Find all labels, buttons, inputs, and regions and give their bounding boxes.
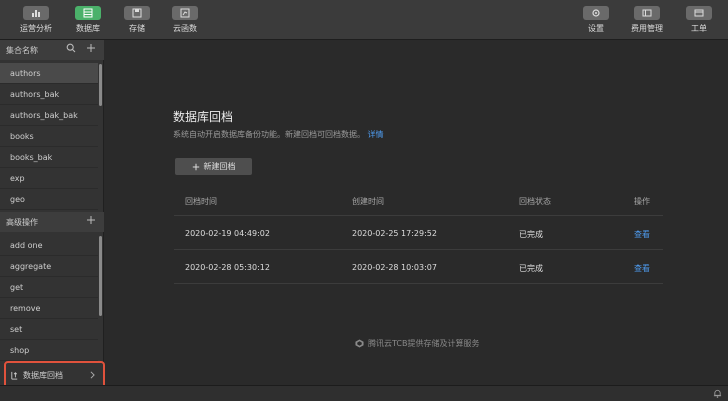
toolbar-ticket-label: 工单 [691,24,707,33]
status-bar [0,385,728,401]
op-item-add-one[interactable]: add one [0,235,98,256]
add-collection-icon[interactable] [86,43,96,53]
db-backup-entry-label: 数据库回档 [23,370,63,380]
toolbar-database-label: 数据库 [76,24,100,33]
toolbar-storage-button[interactable]: 存储 [117,6,157,36]
toolbar-analytics-label: 运营分析 [20,24,52,33]
backup-icon [11,371,18,380]
header-status: 回档状态 [519,197,551,206]
cell-created-time: 2020-02-28 10:03:07 [352,263,437,272]
cell-status: 已完成 [519,264,543,273]
billing-icon [634,6,660,20]
tcb-logo-icon [355,339,364,348]
collections-scrollbar[interactable] [99,64,102,106]
collections-header-label: 集合名称 [6,45,38,55]
advanced-ops-header: 高级操作 [0,212,104,232]
bell-icon[interactable] [713,389,722,398]
add-op-icon[interactable] [86,215,96,225]
backup-table: 回档时间 创建时间 回档状态 操作 2020-02-19 04:49:02 20… [174,187,663,284]
search-icon[interactable] [66,43,76,53]
page-title: 数据库回档 [173,110,234,124]
collection-item-authors[interactable]: authors [0,63,98,84]
table-header-row: 回档时间 创建时间 回档状态 操作 [174,187,663,216]
ticket-icon [686,6,712,20]
collections-header: 集合名称 [0,40,104,60]
op-item-remove[interactable]: remove [0,298,98,319]
table-row: 2020-02-28 05:30:12 2020-02-28 10:03:07 … [174,250,663,284]
plus-icon [192,163,199,170]
function-icon [172,6,198,20]
header-backup-time: 回档时间 [185,197,217,206]
cell-created-time: 2020-02-25 17:29:52 [352,229,437,238]
storage-icon [124,6,150,20]
op-item-set[interactable]: set [0,319,98,340]
cell-backup-time: 2020-02-19 04:49:02 [185,229,270,238]
toolbar-database-button[interactable]: 数据库 [68,6,108,36]
main-panel: 数据库回档 系统自动开启数据库备份功能。新建回档可回档数据。 详情 新建回档 回… [105,40,728,385]
chevron-right-icon [90,371,95,379]
details-link[interactable]: 详情 [368,130,384,139]
advanced-ops-header-label: 高级操作 [6,217,38,227]
toolbar-analytics-button[interactable]: 运营分析 [16,6,56,36]
ops-scrollbar[interactable] [99,236,102,316]
sidebar: 集合名称 authors authors_bak authors_bak_bak… [0,40,105,389]
view-link[interactable]: 查看 [634,229,650,240]
toolbar-billing-button[interactable]: 费用管理 [627,6,667,36]
collection-item-books[interactable]: books [0,126,98,147]
op-item-shop[interactable]: shop [0,340,98,361]
new-backup-button-label: 新建回档 [203,162,236,171]
collection-item-exp[interactable]: exp [0,168,98,189]
top-toolbar: 运营分析 数据库 存储 云函数 设置 费用管理 工单 [0,0,728,40]
toolbar-settings-label: 设置 [588,24,604,33]
toolbar-storage-label: 存储 [129,24,145,33]
page-description: 系统自动开启数据库备份功能。新建回档可回档数据。 详情 [173,129,384,140]
header-action: 操作 [634,197,650,206]
header-created-time: 创建时间 [352,197,384,206]
view-link[interactable]: 查看 [634,263,650,274]
description-text: 系统自动开启数据库备份功能。新建回档可回档数据。 [173,130,365,139]
op-item-aggregate[interactable]: aggregate [0,256,98,277]
footer-note: 腾讯云TCB提供存储及计算服务 [355,338,480,349]
collection-item-authors-bak-bak[interactable]: authors_bak_bak [0,105,98,126]
footer-note-text: 腾讯云TCB提供存储及计算服务 [368,339,480,348]
toolbar-function-label: 云函数 [173,24,197,33]
collection-item-books-bak[interactable]: books_bak [0,147,98,168]
collection-item-geo[interactable]: geo [0,189,98,210]
toolbar-function-button[interactable]: 云函数 [165,6,205,36]
table-row: 2020-02-19 04:49:02 2020-02-25 17:29:52 … [174,216,663,250]
toolbar-ticket-button[interactable]: 工单 [679,6,719,36]
toolbar-settings-button[interactable]: 设置 [576,6,616,36]
op-item-get[interactable]: get [0,277,98,298]
collection-item-authors-bak[interactable]: authors_bak [0,84,98,105]
new-backup-button[interactable]: 新建回档 [175,158,252,175]
database-icon [75,6,101,20]
toolbar-billing-label: 费用管理 [631,24,663,33]
cell-backup-time: 2020-02-28 05:30:12 [185,263,270,272]
cell-status: 已完成 [519,230,543,239]
gear-icon [583,6,609,20]
bar-chart-icon [23,6,49,20]
